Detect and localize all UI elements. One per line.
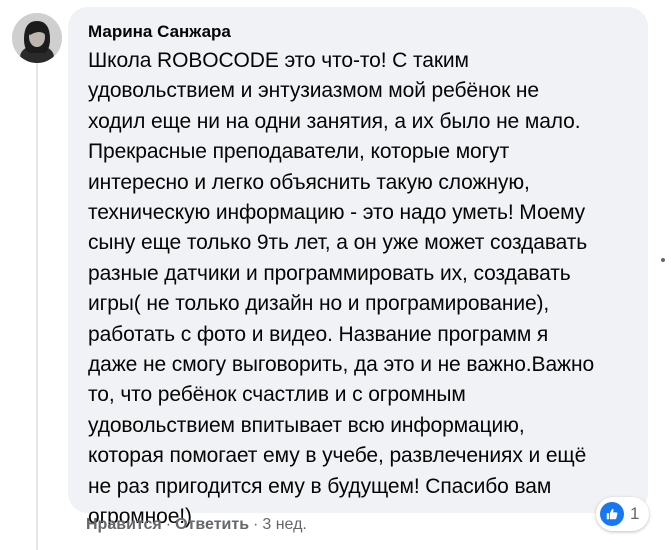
avatar[interactable] (12, 13, 62, 63)
reaction-summary[interactable]: 1 (596, 497, 650, 531)
thread-line (36, 56, 38, 550)
more-options-icon[interactable] (661, 258, 665, 262)
thumbs-up-icon (600, 502, 624, 526)
comment-actions: Нравится · Ответить · 3 нед. (86, 516, 307, 534)
comment-bubble: Марина Санжара Школа ROBOCODE это что-то… (68, 7, 648, 528)
comment-timestamp[interactable]: 3 нед. (262, 516, 307, 533)
like-button[interactable]: Нравится (86, 516, 162, 533)
comment-author[interactable]: Марина Санжара (88, 22, 231, 42)
comment-container: Марина Санжара Школа ROBOCODE это что-то… (0, 0, 672, 550)
separator: · (165, 516, 172, 533)
comment-text: Школа ROBOCODE это что-то! С таким удово… (88, 49, 595, 529)
avatar-photo (12, 13, 62, 63)
reaction-count: 1 (630, 504, 640, 523)
separator: · (253, 516, 259, 533)
reply-button[interactable]: Ответить (175, 516, 249, 533)
